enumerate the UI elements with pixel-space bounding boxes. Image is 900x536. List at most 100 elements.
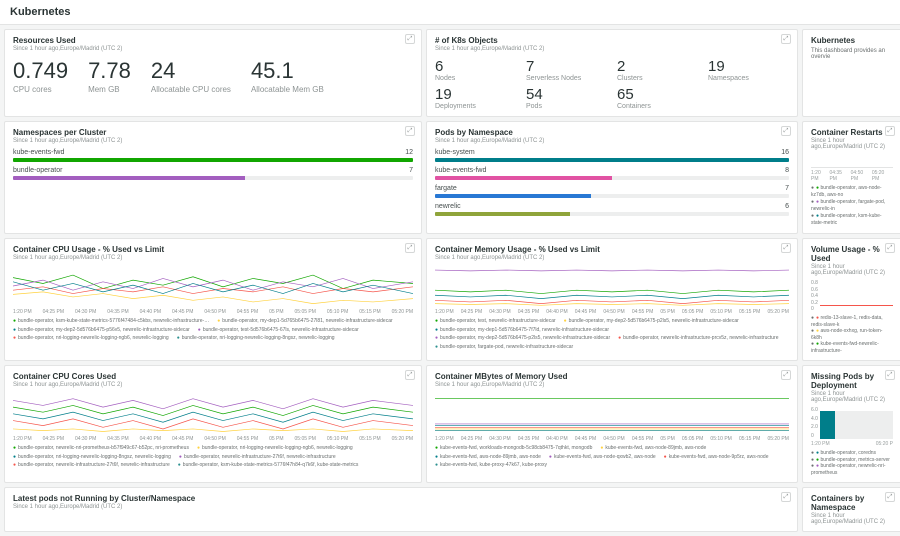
legend-item: bundle-operator, my-dep1-5d576b6475-7f7l… xyxy=(435,327,609,334)
bar-label: fargate xyxy=(435,185,457,192)
metric-value: 6 xyxy=(435,58,516,75)
metric-value: 65 xyxy=(617,86,698,103)
legend-item: bundle-operator, nri-logging-newrelic-lo… xyxy=(13,454,171,461)
metric-block: 7.78Mem GB xyxy=(88,58,131,94)
legend-item: bundle-operator, newrelic-nri-prometheus… xyxy=(13,445,189,452)
panel-description: Kubernetes This dashboard provides an ov… xyxy=(802,29,900,117)
expand-icon[interactable]: ⤢ xyxy=(781,126,791,136)
metric-label: Containers xyxy=(617,103,698,110)
expand-icon[interactable]: ⤢ xyxy=(781,370,791,380)
panel-resources-used: ⤢ Resources Used Since 1 hour ago,Europe… xyxy=(4,29,422,117)
metric-label: Serverless Nodes xyxy=(526,75,607,82)
panel-namespaces-per-cluster: ⤢ Namespaces per Cluster Since 1 hour ag… xyxy=(4,121,422,234)
legend-item: kube-events-fwd, aws-node-qxwb2, aws-nod… xyxy=(549,454,656,461)
legend-item: bundle-operator, nri-logging-newrelic-lo… xyxy=(177,335,335,342)
line-chart xyxy=(13,392,413,434)
bar-row: kube-events-fwd8 xyxy=(435,167,789,180)
metric-value: 19 xyxy=(708,58,789,75)
legend-item: kube-events-fwd, aws-node-89jmb, aws-nod… xyxy=(435,454,541,461)
expand-icon[interactable]: ⤢ xyxy=(885,243,895,253)
bar-label: newrelic xyxy=(435,203,461,210)
bar-value: 7 xyxy=(785,185,789,192)
legend-item: bundle-operator, ksm-kube-state-metrics-… xyxy=(13,318,209,325)
bar-row: kube-system16 xyxy=(435,149,789,162)
bar-label: kube-events-fwd xyxy=(13,149,64,156)
line-chart xyxy=(435,392,789,434)
expand-icon[interactable]: ⤢ xyxy=(885,370,895,380)
legend-item: bundle-operator, nri-logging-newrelic-lo… xyxy=(13,335,169,342)
metric-block: 45.1Allocatable Mem GB xyxy=(251,58,324,94)
expand-icon[interactable]: ⤢ xyxy=(781,492,791,502)
panel-containers-by-ns: ⤢ Containers by Namespace Since 1 hour a… xyxy=(802,487,900,532)
panel-mem-bytes: ⤢ Container MBytes of Memory Used Since … xyxy=(426,365,798,483)
panel-pods-by-namespace: ⤢ Pods by Namespace Since 1 hour ago,Eur… xyxy=(426,121,798,234)
metric-block: 2Clusters xyxy=(617,58,698,82)
metric-value: 7 xyxy=(526,58,607,75)
legend-item: bundle-operator, newrelic-infrastructure… xyxy=(618,335,778,342)
metric-block: 0.749CPU cores xyxy=(13,58,68,94)
legend-item: bundle-operator, fargate-pod, newrelic-i… xyxy=(435,344,573,351)
metric-label: Deployments xyxy=(435,103,516,110)
page-header: Kubernetes xyxy=(0,0,900,25)
legend-item: bundle-operator, my-dep2-5d576b6475-p2ls… xyxy=(564,318,739,325)
legend-item: bundle-operator, test, newrelic-infrastr… xyxy=(435,318,556,325)
panel-volume-usage: ⤢ Volume Usage - % Used Since 1 hour ago… xyxy=(802,238,900,361)
metric-block: 19Namespaces xyxy=(708,58,789,82)
bar-value: 16 xyxy=(781,149,789,156)
expand-icon[interactable]: ⤢ xyxy=(885,492,895,502)
legend-item: bundle-operator, test-5d576b6475-67ls, n… xyxy=(198,327,359,334)
legend-item: bundle-operator, newrelic-infrastructure… xyxy=(179,454,336,461)
legend-item: bundle-operator, nri-logging-newrelic-lo… xyxy=(197,445,353,452)
metric-value: 19 xyxy=(435,86,516,103)
metric-value: 0.749 xyxy=(13,58,68,84)
bar-label: bundle-operator xyxy=(13,167,62,174)
metric-label: Mem GB xyxy=(88,85,131,94)
metric-label: Allocatable CPU cores xyxy=(151,85,231,94)
expand-icon[interactable]: ⤢ xyxy=(781,243,791,253)
metric-block: 19Deployments xyxy=(435,86,516,110)
metric-block: 54Pods xyxy=(526,86,607,110)
panel-mem-pct: ⤢ Container Memory Usage - % Used vs Lim… xyxy=(426,238,798,361)
metric-value: 45.1 xyxy=(251,58,324,84)
metric-label: Nodes xyxy=(435,75,516,82)
metric-label: Allocatable Mem GB xyxy=(251,85,324,94)
bar-row: fargate 7 xyxy=(435,185,789,198)
expand-icon[interactable]: ⤢ xyxy=(885,126,895,136)
line-chart xyxy=(820,280,893,312)
panel-cpu-cores: ⤢ Container CPU Cores Used Since 1 hour … xyxy=(4,365,422,483)
legend-item: kube-events-fwd, aws-node-9p5rz, aws-nod… xyxy=(664,454,769,461)
metric-label: Clusters xyxy=(617,75,698,82)
metric-value: 54 xyxy=(526,86,607,103)
legend-item: bundle-operator, my-dep2-5d576b6475-p56v… xyxy=(13,327,190,334)
panel-cpu-pct: ⤢ Container CPU Usage - % Used vs Limit … xyxy=(4,238,422,361)
expand-icon[interactable]: ⤢ xyxy=(781,34,791,44)
legend-item: bundle-operator, my-dep1-5d765b6475-27l8… xyxy=(217,318,392,325)
bar-label: kube-events-fwd xyxy=(435,167,486,174)
metric-value: 7.78 xyxy=(88,58,131,84)
bar-row: newrelic 6 xyxy=(435,203,789,216)
line-chart xyxy=(13,265,413,307)
panel-k8s-objects: ⤢ # of K8s Objects Since 1 hour ago,Euro… xyxy=(426,29,798,117)
legend-item: kube-events-fwd, aws-node-89jmb, aws-nod… xyxy=(600,445,706,452)
bar-value: 12 xyxy=(405,149,413,156)
panel-latest-not-running: ⤢ Latest pods not Running by Cluster/Nam… xyxy=(4,487,798,532)
expand-icon[interactable]: ⤢ xyxy=(405,34,415,44)
bar-value: 7 xyxy=(409,167,413,174)
metric-label: Pods xyxy=(526,103,607,110)
legend-item: bundle-operator, ksm-kube-state-metrics-… xyxy=(178,462,359,469)
line-chart xyxy=(435,265,789,307)
expand-icon[interactable]: ⤢ xyxy=(405,243,415,253)
metric-block: 65Containers xyxy=(617,86,698,110)
panel-container-restarts: ⤢ Container Restarts Since 1 hour ago,Eu… xyxy=(802,121,900,234)
legend-item: bundle-operator, newrelic-infrastructure… xyxy=(13,462,170,469)
panel-missing-pods: ⤢ Missing Pods by Deployment Since 1 hou… xyxy=(802,365,900,483)
metric-block: 7Serverless Nodes xyxy=(526,58,607,82)
expand-icon[interactable]: ⤢ xyxy=(405,126,415,136)
metric-block: 24Allocatable CPU cores xyxy=(151,58,231,94)
metric-value: 24 xyxy=(151,58,231,84)
expand-icon[interactable]: ⤢ xyxy=(405,370,415,380)
legend-item: bundle-operator, my-dep2-5d576b6475-p2ls… xyxy=(435,335,610,342)
bar-value: 6 xyxy=(785,203,789,210)
page-title: Kubernetes xyxy=(10,6,71,18)
bar-chart xyxy=(820,411,893,439)
